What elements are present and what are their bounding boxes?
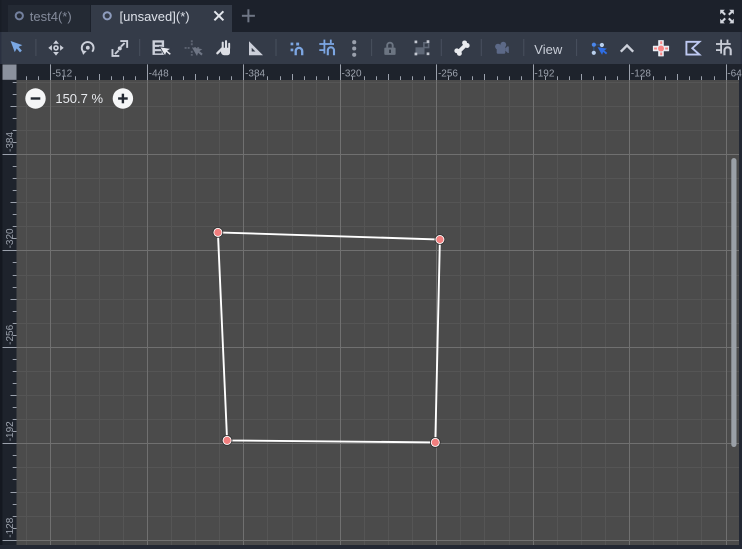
svg-text:-512: -512: [52, 68, 72, 79]
svg-text:-256: -256: [438, 68, 458, 79]
svg-text:-320: -320: [342, 68, 362, 79]
svg-text:-128: -128: [631, 68, 651, 79]
svg-text:-384: -384: [245, 68, 265, 79]
svg-text:-320: -320: [5, 228, 16, 248]
svg-text:150.7 %: 150.7 %: [55, 91, 103, 106]
svg-text:-192: -192: [534, 68, 554, 79]
svg-text:-192: -192: [5, 421, 16, 441]
svg-text:-64: -64: [727, 68, 742, 79]
svg-text:-384: -384: [5, 132, 16, 152]
svg-text:-448: -448: [149, 68, 169, 79]
svg-text:-128: -128: [5, 517, 16, 537]
svg-text:-256: -256: [5, 324, 16, 344]
